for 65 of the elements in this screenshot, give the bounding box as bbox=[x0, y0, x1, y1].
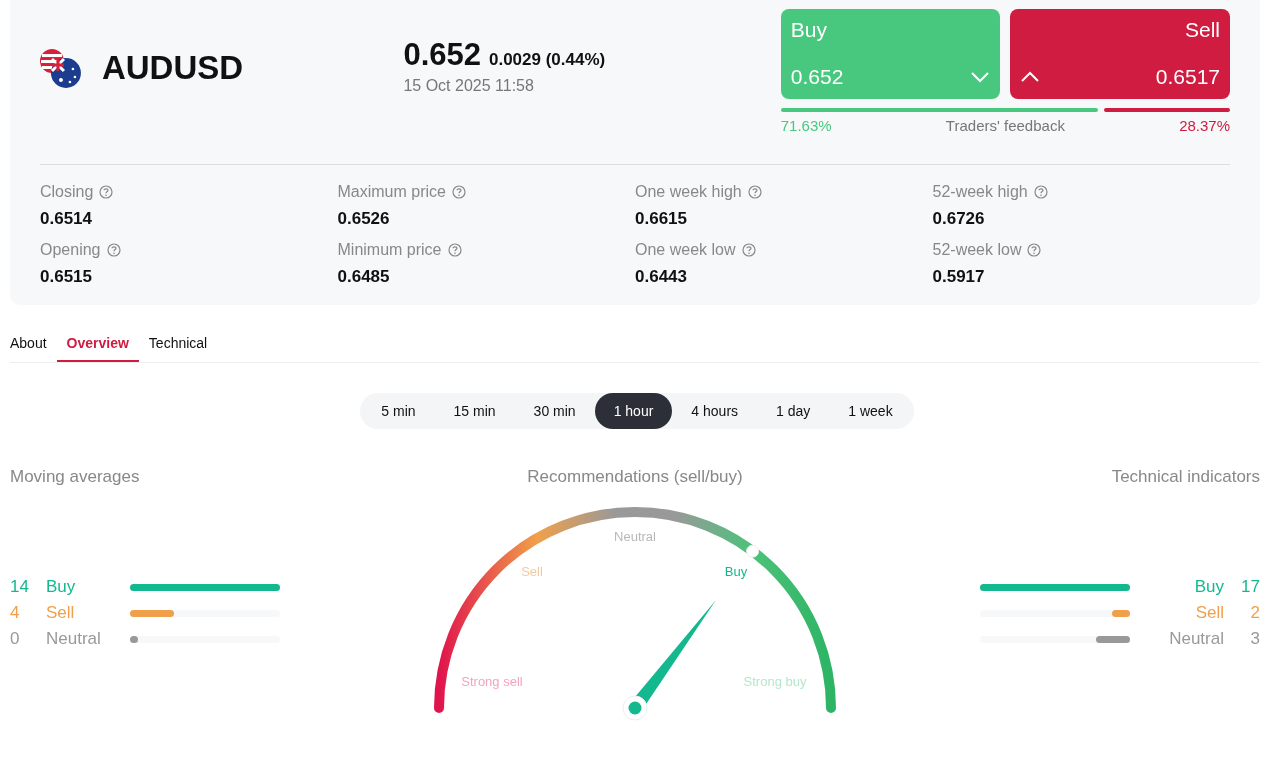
section-title: Technical indicators bbox=[1110, 467, 1260, 487]
stat-value: 0.6526 bbox=[337, 209, 391, 229]
signal-count: 17 bbox=[1240, 577, 1260, 597]
stat-label: 52-week low bbox=[932, 241, 1022, 259]
instrument-symbol: AUDUSD bbox=[101, 49, 245, 87]
period-option[interactable]: 5 min bbox=[362, 393, 435, 429]
gauge-label: Buy bbox=[724, 564, 748, 579]
gauge-label: Sell bbox=[521, 564, 543, 579]
help-icon[interactable] bbox=[106, 243, 121, 257]
section-title: Recommendations (sell/buy) bbox=[527, 467, 743, 487]
help-icon[interactable] bbox=[1027, 243, 1042, 257]
sell-share: 28.37% bbox=[1179, 117, 1230, 134]
stat-label: Maximum price bbox=[337, 183, 446, 201]
period-option[interactable]: 1 day bbox=[757, 393, 830, 429]
signal-label: Neutral bbox=[1168, 629, 1224, 649]
stat-label: Opening bbox=[40, 241, 101, 259]
stat-label: 52-week high bbox=[932, 183, 1028, 201]
help-icon[interactable] bbox=[1033, 185, 1048, 199]
signal-count: 14 bbox=[10, 577, 30, 597]
help-icon[interactable] bbox=[747, 185, 762, 199]
stat-label: One week low bbox=[635, 241, 736, 259]
signal-label: Buy bbox=[46, 577, 77, 597]
price-change: 0.0029 (0.44%) bbox=[489, 50, 606, 70]
signal-label: Sell bbox=[1194, 603, 1224, 623]
help-icon[interactable] bbox=[447, 243, 462, 257]
stat-value: 0.6514 bbox=[40, 209, 93, 229]
buy-share: 71.63% bbox=[780, 117, 832, 134]
signal-count: 4 bbox=[10, 603, 21, 623]
section-title: Moving averages bbox=[10, 467, 141, 487]
signal-count: 3 bbox=[1249, 629, 1260, 649]
tab[interactable]: About bbox=[10, 329, 57, 362]
stat-value: 0.6443 bbox=[635, 267, 688, 287]
period-option[interactable]: 15 min bbox=[434, 393, 515, 429]
stat-label: Closing bbox=[40, 183, 94, 201]
stat-value: 0.5917 bbox=[932, 267, 986, 287]
signal-label: Buy bbox=[1193, 577, 1224, 597]
stat-value: 0.6485 bbox=[337, 267, 391, 287]
gauge-label: Strong buy bbox=[743, 674, 807, 689]
flag-icon bbox=[40, 49, 82, 89]
signal-count: 2 bbox=[1249, 603, 1260, 623]
stat-label: Minimum price bbox=[337, 241, 442, 259]
tab[interactable]: Overview bbox=[56, 329, 139, 362]
stat-value: 0.6615 bbox=[635, 209, 688, 229]
current-price: 0.652 bbox=[403, 37, 481, 73]
tab[interactable]: Technical bbox=[138, 329, 218, 362]
help-icon[interactable] bbox=[99, 185, 114, 199]
stat-value: 0.6726 bbox=[932, 209, 986, 229]
signal-count: 0 bbox=[10, 629, 21, 649]
gauge-label: Strong sell bbox=[461, 674, 523, 689]
period-option[interactable]: 30 min bbox=[514, 393, 595, 429]
traders-feedback-label: Traders' feedback bbox=[945, 117, 1065, 134]
period-option[interactable]: 1 week bbox=[829, 393, 912, 429]
chevron-down-icon bbox=[970, 71, 991, 83]
quote-datetime: 15 Oct 2025 11:58 bbox=[403, 77, 535, 95]
gauge-label: Neutral bbox=[614, 529, 656, 544]
period-option[interactable]: 4 hours bbox=[672, 393, 758, 429]
sell-button[interactable]: Sell 0.6517 bbox=[1010, 9, 1230, 99]
signal-label: Sell bbox=[46, 603, 76, 623]
help-icon[interactable] bbox=[741, 243, 756, 257]
help-icon[interactable] bbox=[451, 185, 466, 199]
signal-label: Neutral bbox=[46, 629, 102, 649]
stat-label: One week high bbox=[635, 183, 742, 201]
chevron-up-icon bbox=[1020, 71, 1041, 83]
stat-value: 0.6515 bbox=[40, 267, 93, 287]
period-option[interactable]: 1 hour bbox=[594, 393, 673, 429]
